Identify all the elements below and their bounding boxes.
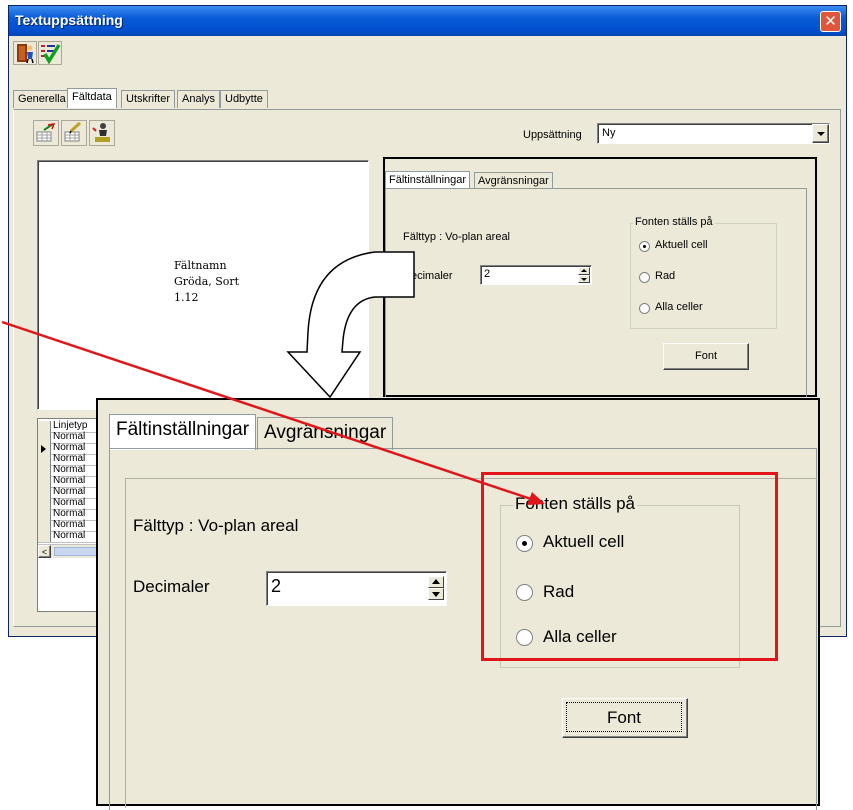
tab-faltdata[interactable]: Fältdata [67, 88, 117, 108]
radio-label-rad-small: Rad [655, 270, 676, 282]
decimaler-value: 2 [271, 576, 282, 596]
exit-button[interactable] [13, 41, 37, 65]
font-button[interactable]: Font [562, 698, 688, 738]
grid-edit-icon [36, 123, 56, 142]
grid-pencil-button[interactable] [61, 120, 87, 146]
spin-down-icon[interactable] [578, 275, 590, 283]
uppsattning-select[interactable]: Ny [597, 123, 830, 144]
radio-label-aktuell-cell-small: Aktuell cell [655, 239, 708, 251]
red-pointer-arrow-icon [1, 320, 545, 505]
decimaler-label: Decimaler [133, 577, 210, 596]
font-button-small[interactable]: Font [663, 343, 749, 370]
exit-door-icon [17, 44, 34, 64]
preview-line-2: Gröda, Sort [174, 275, 240, 288]
decimaler-spinbox[interactable]: 2 [266, 571, 447, 606]
tab-avgransningar-small[interactable]: Avgränsningar [474, 172, 553, 189]
font-button-label: Font [566, 702, 682, 732]
window-title: Textuppsättning [15, 12, 123, 28]
decimaler-spinbox-small[interactable]: 2 [480, 265, 592, 285]
tab-analys[interactable]: Analys [177, 90, 221, 108]
decimaler-value-small: 2 [484, 268, 491, 280]
group-title-small: Fonten ställs på [633, 216, 715, 228]
radio-alla-celler-small[interactable] [639, 303, 650, 314]
main-tabs: Generella Fältdata Utskrifter Analys Udb… [13, 88, 843, 110]
grid-pencil-icon [64, 121, 81, 142]
spin-up-icon[interactable] [578, 267, 590, 275]
checklist-approve-icon [41, 44, 61, 64]
tab-utskrifter[interactable]: Utskrifter [121, 90, 175, 108]
uppsattning-label: Uppsättning [523, 129, 582, 141]
radio-aktuell-cell-small[interactable] [639, 241, 650, 252]
person-button[interactable] [89, 120, 115, 146]
chevron-down-icon [817, 132, 825, 136]
falttyp-label-small: Fälttyp : Vo-plan areal [403, 231, 511, 243]
approve-button[interactable] [38, 41, 62, 65]
dropdown-button[interactable] [812, 124, 829, 143]
preview-line-1: Fältnamn [174, 259, 227, 272]
tab-faltinstallningar-small[interactable]: Fältinställningar [385, 171, 471, 189]
grid-edit-button[interactable] [33, 120, 59, 146]
uppsattning-value: Ny [602, 127, 616, 139]
scroll-left-icon[interactable]: < [38, 545, 51, 558]
tab-generella[interactable]: Generella [13, 90, 71, 108]
spin-down-icon[interactable] [428, 588, 444, 600]
radio-label-alla-celler-small: Alla celler [655, 301, 703, 313]
person-pedestal-icon [92, 123, 110, 142]
tab-udbytte[interactable]: Udbytte [220, 90, 268, 108]
close-button[interactable]: ✕ [820, 11, 841, 32]
title-bar[interactable]: Textuppsättning ✕ [9, 6, 846, 36]
radio-rad-small[interactable] [639, 272, 650, 283]
spin-up-icon[interactable] [428, 576, 444, 588]
